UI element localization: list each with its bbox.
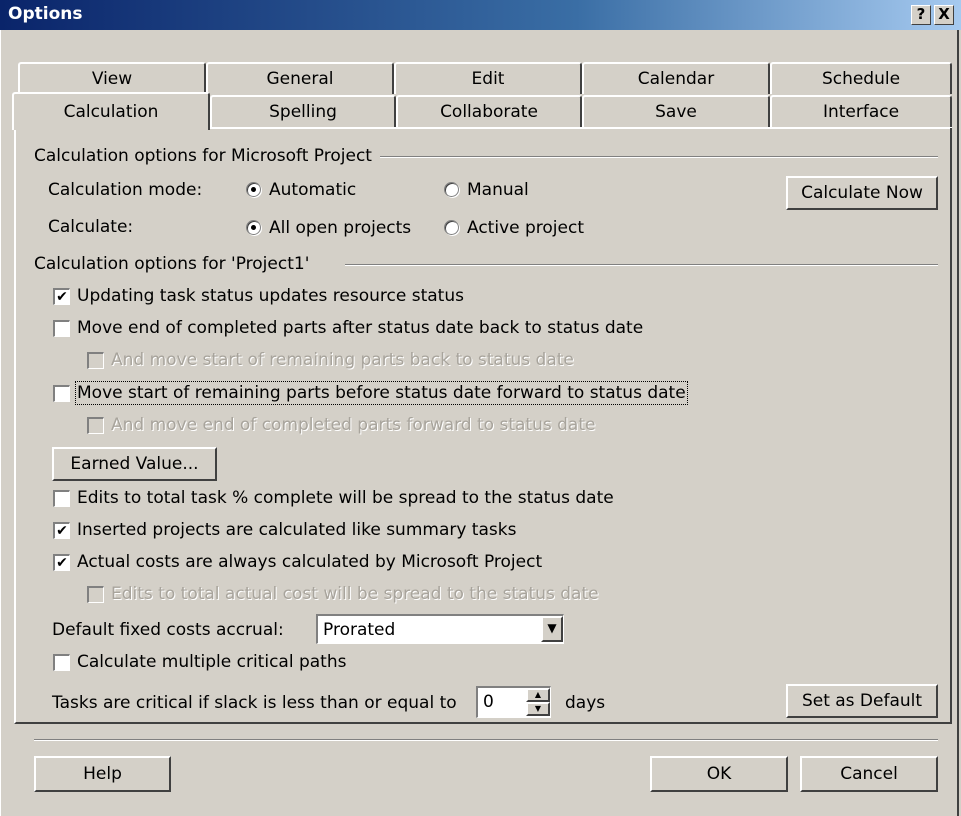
radio-automatic-label[interactable]: Automatic (269, 180, 356, 200)
checkbox-edits-total-task-complete[interactable] (53, 490, 70, 507)
checkbox-actual-costs[interactable]: ✔ (53, 554, 70, 571)
fixed-costs-accrual-value: Prorated (323, 620, 396, 640)
title-bar: Options ? X (0, 0, 961, 30)
calculation-mode-label: Calculation mode: (48, 180, 203, 200)
checkbox-inserted-projects[interactable]: ✔ (53, 522, 70, 539)
radio-active-project-label[interactable]: Active project (467, 218, 584, 238)
slack-unit: days (565, 693, 606, 713)
calculate-label: Calculate: (48, 217, 134, 237)
close-icon[interactable]: X (934, 5, 954, 25)
slack-value[interactable]: 0 (483, 692, 494, 712)
check-icon: ✔ (56, 523, 68, 539)
group-label-project1: Calculation options for 'Project1' (34, 254, 310, 274)
checkbox-move-start-remaining-back-label: And move start of remaining parts back t… (111, 350, 574, 370)
window-title: Options (8, 4, 83, 24)
group-divider (380, 156, 938, 158)
radio-manual[interactable] (444, 182, 459, 197)
help-icon[interactable]: ? (911, 5, 931, 25)
ok-button[interactable]: OK (650, 756, 788, 792)
tab-spelling[interactable]: Spelling (210, 95, 396, 127)
checkbox-edits-total-actual-cost-label: Edits to total actual cost will be sprea… (111, 584, 599, 604)
checkbox-inserted-projects-label[interactable]: Inserted projects are calculated like su… (77, 520, 516, 540)
tab-general[interactable]: General (206, 62, 394, 94)
tab-view[interactable]: View (18, 62, 206, 94)
radio-manual-label[interactable]: Manual (467, 180, 529, 200)
tab-collaborate[interactable]: Collaborate (396, 95, 582, 127)
tab-calculation[interactable]: Calculation (12, 92, 210, 130)
checkbox-multiple-critical-paths-label[interactable]: Calculate multiple critical paths (77, 652, 346, 672)
fixed-costs-accrual-select[interactable]: Prorated ▼ (316, 614, 564, 644)
tab-interface[interactable]: Interface (770, 95, 952, 127)
tab-save[interactable]: Save (582, 95, 770, 127)
checkbox-move-end-completed[interactable] (53, 320, 70, 337)
spin-up-icon[interactable]: ▲ (526, 688, 550, 702)
tab-edit[interactable]: Edit (394, 62, 582, 94)
help-button[interactable]: Help (34, 756, 171, 792)
fixed-costs-accrual-label: Default fixed costs accrual: (52, 620, 284, 640)
tab-schedule[interactable]: Schedule (770, 62, 952, 94)
group-divider (345, 264, 938, 266)
check-icon: ✔ (56, 555, 68, 571)
checkbox-updating-task-status[interactable]: ✔ (53, 288, 70, 305)
slack-label: Tasks are critical if slack is less than… (52, 693, 457, 713)
checkbox-move-end-completed-label[interactable]: Move end of completed parts after status… (77, 318, 643, 338)
radio-active-project[interactable] (444, 220, 459, 235)
radio-automatic[interactable] (246, 182, 261, 197)
checkbox-multiple-critical-paths[interactable] (53, 654, 70, 671)
checkbox-edits-total-task-complete-label[interactable]: Edits to total task % complete will be s… (77, 488, 614, 508)
footer-divider (34, 739, 938, 741)
checkbox-edits-total-actual-cost (87, 586, 104, 603)
checkbox-move-end-completed-forward-label: And move end of completed parts forward … (111, 415, 596, 435)
checkbox-move-start-remaining[interactable] (53, 385, 70, 402)
cancel-button[interactable]: Cancel (800, 756, 938, 792)
checkbox-actual-costs-label[interactable]: Actual costs are always calculated by Mi… (77, 552, 542, 572)
check-icon: ✔ (56, 289, 68, 305)
checkbox-move-start-remaining-back (87, 352, 104, 369)
calculate-now-button[interactable]: Calculate Now (786, 176, 938, 210)
set-as-default-button[interactable]: Set as Default (786, 684, 938, 718)
checkbox-move-start-remaining-label[interactable]: Move start of remaining parts before sta… (75, 381, 688, 405)
checkbox-updating-task-status-label[interactable]: Updating task status updates resource st… (77, 286, 464, 306)
earned-value-button[interactable]: Earned Value... (52, 447, 217, 481)
tab-calendar[interactable]: Calendar (582, 62, 770, 94)
checkbox-move-end-completed-forward (87, 417, 104, 434)
radio-all-open-projects-label[interactable]: All open projects (269, 218, 411, 238)
radio-all-open-projects[interactable] (246, 220, 261, 235)
chevron-down-icon[interactable]: ▼ (541, 616, 563, 642)
slack-spinner[interactable]: 0 ▲ ▼ (476, 686, 551, 718)
group-label-microsoft-project: Calculation options for Microsoft Projec… (34, 146, 372, 166)
spin-down-icon[interactable]: ▼ (526, 702, 550, 716)
